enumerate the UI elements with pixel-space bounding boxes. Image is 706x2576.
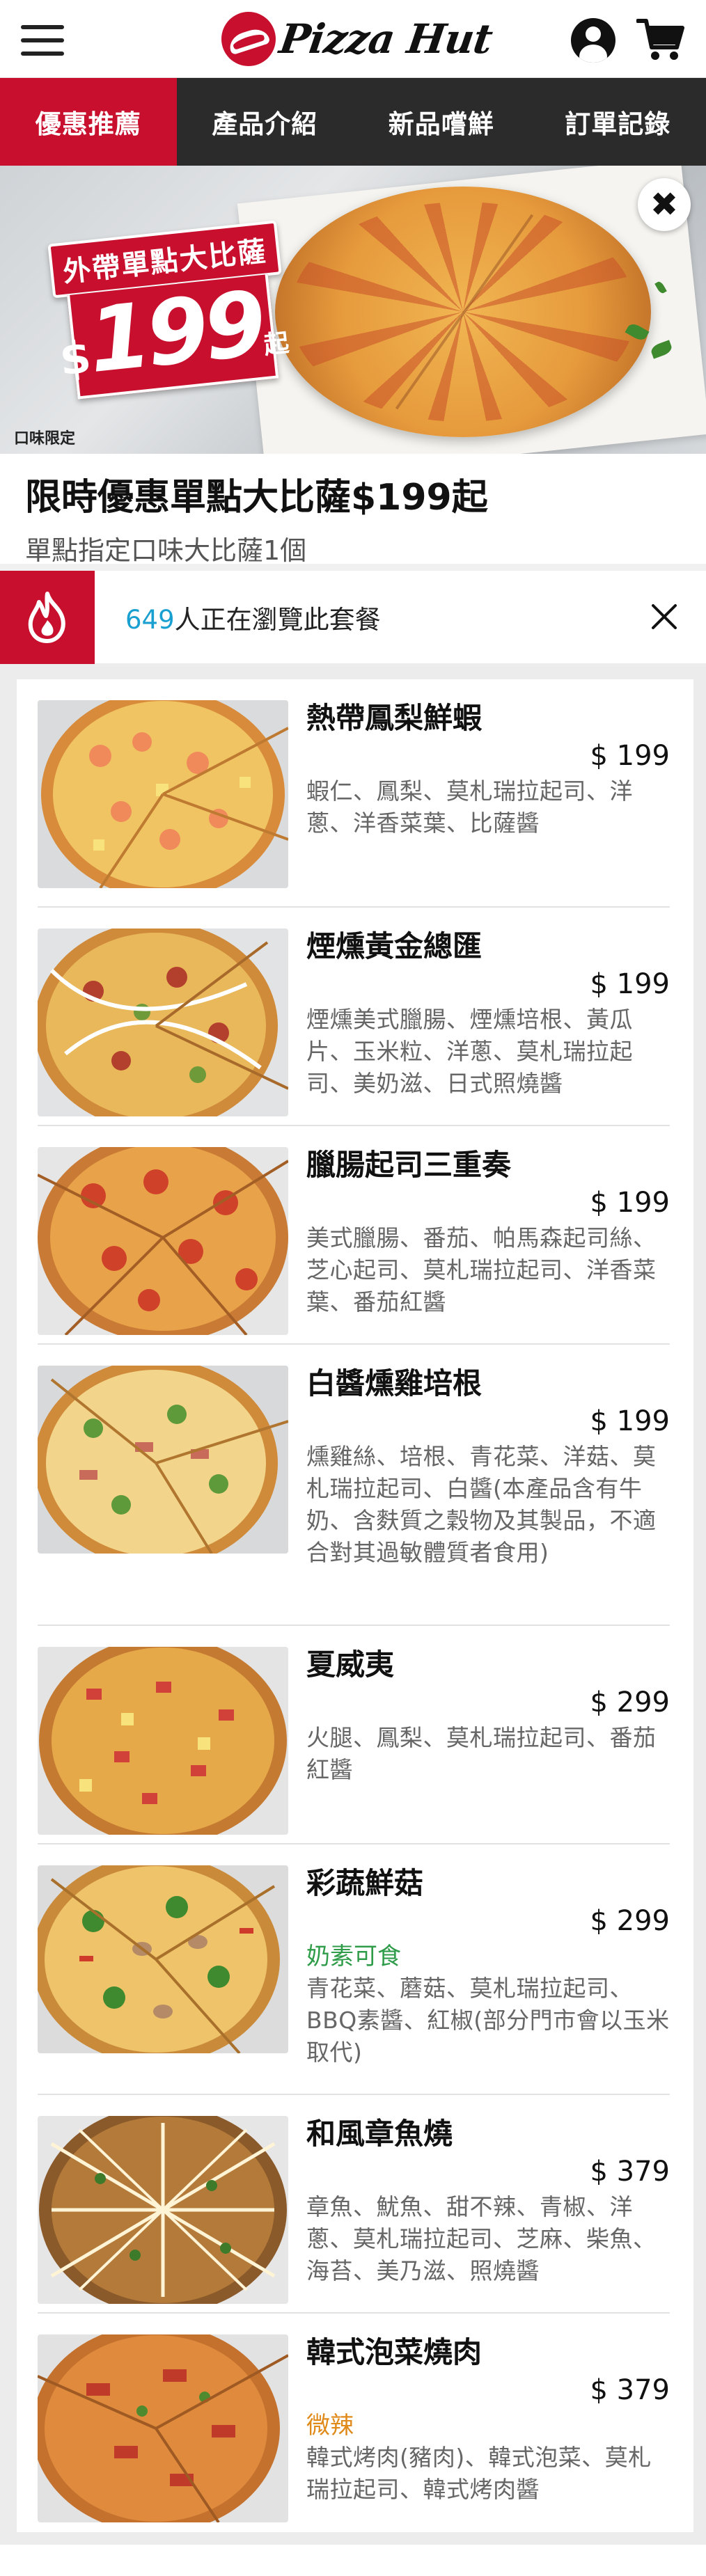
viewer-message: 649人正在瀏覽此套餐 [125, 599, 381, 636]
user-account-icon[interactable] [571, 18, 615, 63]
product-image [38, 929, 288, 1116]
product-image [38, 1366, 288, 1554]
promo-price: $ 199 起 [57, 271, 290, 400]
logo-text: Pizza Hut [276, 15, 495, 63]
tab-products[interactable]: 產品介紹 [177, 78, 354, 166]
product-description: 火腿、鳳梨、莫札瑞拉起司、番茄紅醬 [306, 1724, 657, 1783]
product-name: 熱帶鳳梨鮮蝦 [306, 701, 483, 735]
product-tag-spicy: 微辣 [306, 2412, 354, 2440]
product-price: $ 299 [590, 1905, 670, 1937]
product-info: 煙燻黃金總匯 $ 199 煙燻美式臘腸、煙燻培根、黃瓜片、玉米粒、洋蔥、莫札瑞拉… [288, 929, 670, 1108]
hamburger-menu-icon[interactable] [21, 25, 64, 56]
product-description: 青花菜、蘑菇、莫札瑞拉起司、BBQ素醬、紅椒(部分門市會以玉米取代) [306, 1975, 670, 2066]
product-info: 彩蔬鮮菇 $ 299 奶素可食 青花菜、蘑菇、莫札瑞拉起司、BBQ素醬、紅椒(部… [288, 1865, 670, 2077]
product-list-container: 熱帶鳳梨鮮蝦 $ 199 蝦仁、鳳梨、莫札瑞拉起司、洋蔥、洋香菜葉、比薩醬 煙燻… [0, 664, 706, 2545]
promo-title: 限時優惠單點大比薩$199起 [25, 477, 488, 519]
product-card[interactable]: 煙燻黃金總匯 $ 199 煙燻美式臘腸、煙燻培根、黃瓜片、玉米粒、洋蔥、莫札瑞拉… [38, 908, 670, 1126]
product-price: $ 199 [590, 740, 670, 772]
banner-close-icon[interactable]: ✖ [638, 178, 691, 231]
product-image [38, 1865, 288, 2053]
shopping-cart-icon[interactable] [636, 17, 685, 63]
product-card[interactable]: 夏威夷 $ 299 火腿、鳳梨、莫札瑞拉起司、番茄紅醬 [38, 1626, 670, 1844]
viewer-notice-bar: 649人正在瀏覽此套餐 [0, 570, 706, 664]
banner-note: 口味限定 [14, 430, 76, 448]
product-image [38, 700, 288, 888]
product-price: $ 299 [590, 1686, 670, 1718]
product-description: 燻雞絲、培根、青花菜、洋菇、莫札瑞拉起司、白醬(本產品含有牛奶、含麩質之穀物及其… [306, 1443, 657, 1566]
product-list: 熱帶鳳梨鮮蝦 $ 199 蝦仁、鳳梨、莫札瑞拉起司、洋蔥、洋香菜葉、比薩醬 煙燻… [17, 679, 693, 2532]
product-name: 煙燻黃金總匯 [306, 929, 483, 963]
tab-order-history[interactable]: 訂單記錄 [530, 78, 706, 166]
product-description: 蝦仁、鳳梨、莫札瑞拉起司、洋蔥、洋香菜葉、比薩醬 [306, 777, 633, 837]
product-description: 美式臘腸、番茄、帕馬森起司絲、芝心起司、莫札瑞拉起司、洋香菜葉、番茄紅醬 [306, 1224, 657, 1315]
app-header: Pizza Hut [0, 0, 706, 78]
product-name: 韓式泡菜燒肉 [306, 2335, 483, 2369]
pizza-hut-logo[interactable]: Pizza Hut [221, 12, 495, 66]
viewer-text: 人正在瀏覽此套餐 [174, 604, 381, 635]
product-card[interactable]: 熱帶鳳梨鮮蝦 $ 199 蝦仁、鳳梨、莫札瑞拉起司、洋蔥、洋香菜葉、比薩醬 [38, 679, 670, 908]
category-tab-bar: 優惠推薦 產品介紹 新品嚐鮮 訂單記錄 [0, 78, 706, 166]
product-name: 和風章魚燒 [306, 2117, 453, 2151]
tab-new-items[interactable]: 新品嚐鮮 [353, 78, 530, 166]
pizza-hut-hat-icon [221, 12, 276, 66]
product-card[interactable]: 彩蔬鮮菇 $ 299 奶素可食 青花菜、蘑菇、莫札瑞拉起司、BBQ素醬、紅椒(部… [38, 1844, 670, 2095]
flame-icon [0, 570, 95, 664]
product-card[interactable]: 臘腸起司三重奏 $ 199 美式臘腸、番茄、帕馬森起司絲、芝心起司、莫札瑞拉起司… [38, 1126, 670, 1345]
promo-price-number: 199 [84, 271, 267, 394]
viewer-close-icon[interactable] [649, 601, 680, 632]
product-image [38, 1647, 288, 1835]
product-price: $ 199 [590, 968, 670, 1000]
tab-deals[interactable]: 優惠推薦 [0, 78, 177, 166]
promo-price-suffix: 起 [262, 329, 291, 361]
product-info: 和風章魚燒 $ 379 章魚、魷魚、甜不辣、青椒、洋蔥、莫札瑞拉起司、芝麻、柴魚… [288, 2116, 670, 2296]
product-info: 夏威夷 $ 299 火腿、鳳梨、莫札瑞拉起司、番茄紅醬 [288, 1647, 670, 1826]
product-name: 夏威夷 [306, 1647, 395, 1682]
product-card[interactable]: 韓式泡菜燒肉 $ 379 微辣 韓式烤肉(豬肉)、韓式泡菜、莫札瑞拉起司、韓式烤… [38, 2314, 670, 2532]
product-info: 白醬燻雞培根 $ 199 燻雞絲、培根、青花菜、洋菇、莫札瑞拉起司、白醬(本產品… [288, 1366, 670, 1608]
product-image [38, 2116, 288, 2304]
product-name: 臘腸起司三重奏 [306, 1148, 512, 1182]
product-image [38, 2334, 288, 2522]
product-name: 白醬燻雞培根 [306, 1366, 483, 1400]
product-price: $ 379 [590, 2374, 670, 2406]
product-description: 韓式烤肉(豬肉)、韓式泡菜、莫札瑞拉起司、韓式烤肉醬 [306, 2444, 652, 2503]
promo-subtitle: 單點指定口味大比薩1個 [0, 518, 706, 571]
viewer-count: 649 [125, 604, 175, 635]
product-name: 彩蔬鮮菇 [306, 1866, 424, 1900]
product-image [38, 1147, 288, 1335]
product-price: $ 379 [590, 2156, 670, 2188]
product-price: $ 199 [590, 1187, 670, 1219]
product-tag-vegetarian: 奶素可食 [306, 1943, 401, 1970]
promo-currency: $ [57, 331, 94, 386]
product-description: 煙燻美式臘腸、煙燻培根、黃瓜片、玉米粒、洋蔥、莫札瑞拉起司、美奶滋、日式照燒醬 [306, 1006, 633, 1097]
product-info: 臘腸起司三重奏 $ 199 美式臘腸、番茄、帕馬森起司絲、芝心起司、莫札瑞拉起司… [288, 1147, 670, 1327]
promo-banner: 外帶單點大比薩 $ 199 起 口味限定 [0, 166, 706, 454]
product-info: 熱帶鳳梨鮮蝦 $ 199 蝦仁、鳳梨、莫札瑞拉起司、洋蔥、洋香菜葉、比薩醬 [288, 700, 670, 890]
product-price: $ 199 [590, 1405, 670, 1437]
product-info: 韓式泡菜燒肉 $ 379 微辣 韓式烤肉(豬肉)、韓式泡菜、莫札瑞拉起司、韓式烤… [288, 2334, 670, 2515]
product-card[interactable]: 白醬燻雞培根 $ 199 燻雞絲、培根、青花菜、洋菇、莫札瑞拉起司、白醬(本產品… [38, 1345, 670, 1626]
product-description: 章魚、魷魚、甜不辣、青椒、洋蔥、莫札瑞拉起司、芝麻、柴魚、海苔、美乃滋、照燒醬 [306, 2193, 657, 2284]
promo-price-badge: 外帶單點大比薩 $ 199 起 [47, 220, 293, 410]
product-card[interactable]: 和風章魚燒 $ 379 章魚、魷魚、甜不辣、青椒、洋蔥、莫札瑞拉起司、芝麻、柴魚… [38, 2095, 670, 2314]
